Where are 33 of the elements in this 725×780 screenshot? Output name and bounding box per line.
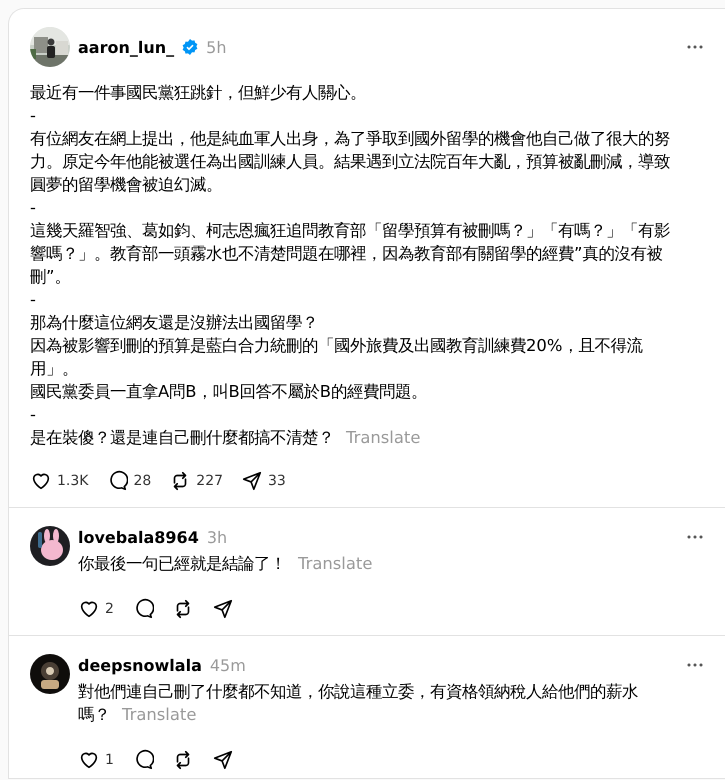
- author-name[interactable]: aaron_lun_: [78, 38, 174, 56]
- post-text: -: [30, 105, 37, 127]
- share-button[interactable]: 33: [241, 469, 286, 493]
- share-button[interactable]: [212, 597, 234, 621]
- reply-text: 對他們連自己刪了什麼都不知道，你說這種立委，有資格領納稅人給他們的薪水嗎？ Translate: [78, 681, 639, 726]
- like-button[interactable]: 2: [78, 597, 114, 621]
- send-icon: [212, 598, 234, 620]
- post-text: 因為被影響到刪的預算是藍白合力統刪的「國外旅費及出國教育訓練費20%，且不得流用」。: [30, 335, 644, 380]
- post-text: 有位網友在網上提出，他是純血軍人出身，為了爭取到國外留學的機會他自己做了很大的努力。原定今年他能被選任為出國訓練人員。結果遇到立法院百年大亂，預算被亂刪減，導致圓夢的留學機會被迫幻滅。: [30, 128, 671, 196]
- repost-button[interactable]: 227: [169, 469, 224, 493]
- more-icon[interactable]: [687, 663, 703, 667]
- comment-button[interactable]: 28: [106, 469, 152, 493]
- reply-text: 你最後一句已經就是結論了！ Translate: [78, 553, 374, 575]
- send-icon: [241, 470, 264, 492]
- author-name[interactable]: deepsnowlala: [78, 656, 202, 674]
- post-text: 國民黨委員一直拿A問B，叫B回答不屬於B的經費問題。: [30, 381, 428, 403]
- post-text: -: [30, 197, 37, 219]
- send-icon: [212, 749, 234, 771]
- more-icon[interactable]: [687, 535, 703, 539]
- post-time: 5h: [206, 38, 226, 56]
- more-icon[interactable]: [687, 45, 703, 49]
- post-text: 這幾天羅智強、葛如鈞、柯志恩瘋狂追問教育部「留學預算有被刪嗎？」「有嗎？」「有影響嗎？」。教育部一頭霧水也不清楚問題在哪裡，因為教育部有關留學的經費”真的沒有被刪”。: [30, 220, 671, 288]
- share-button[interactable]: [212, 748, 234, 772]
- author-name[interactable]: lovebala8964: [78, 528, 199, 546]
- post-text: -: [30, 404, 37, 426]
- post-text: 是在裝傻？還是連自己刪什麼都搞不清楚？ Translate: [30, 427, 422, 449]
- post-text: -: [30, 289, 37, 311]
- like-button[interactable]: 1.3K: [30, 469, 88, 493]
- post-text: 最近有一件事國民黨狂跳針，但鮮少有人關心。: [30, 82, 367, 104]
- reply-time: 3h: [206, 528, 228, 546]
- like-button[interactable]: 1: [78, 748, 114, 772]
- reply-time: 45m: [210, 656, 246, 674]
- post-text: 那為什麼這位網友還是沒辦法出國留學？: [30, 312, 319, 334]
